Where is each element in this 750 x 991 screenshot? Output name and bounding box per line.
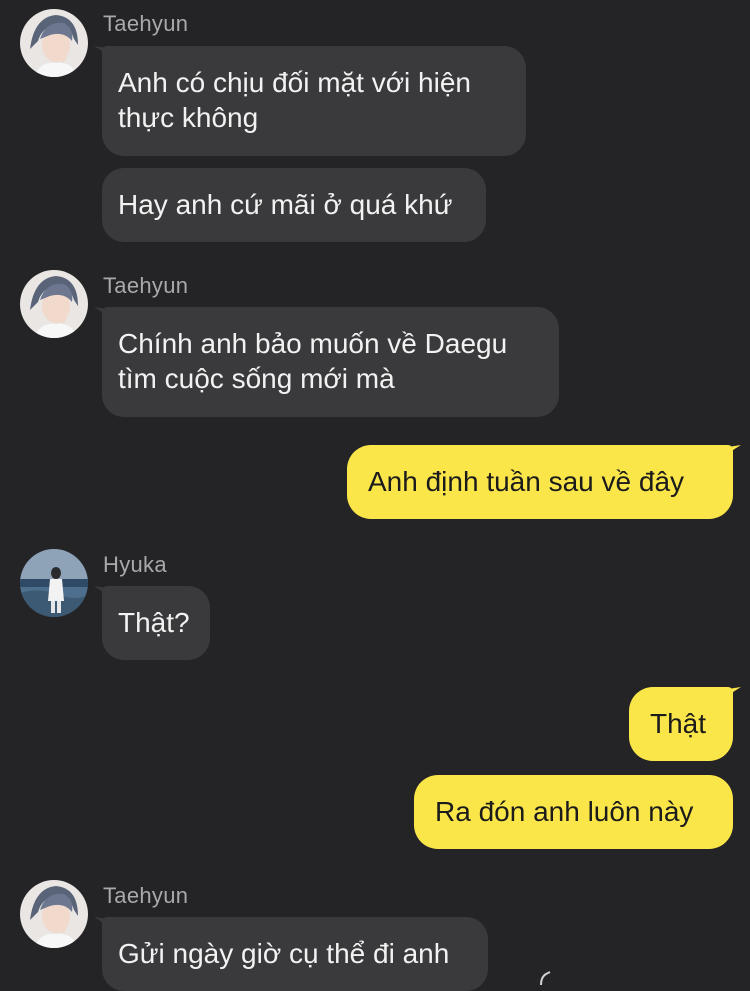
message-bubble-incoming[interactable]: Anh có chịu đối mặt với hiện thực không — [102, 46, 526, 156]
sender-name: Taehyun — [103, 273, 189, 298]
message-text: thực không — [118, 102, 259, 133]
sender-name: Hyuka — [103, 552, 167, 577]
message-text: Thật? — [118, 607, 190, 638]
avatar-taehyun[interactable] — [20, 9, 88, 77]
taehyun-avatar-photo — [20, 270, 88, 338]
taehyun-avatar-photo — [20, 9, 88, 77]
message-bubble-incoming[interactable]: Chính anh bảo muốn về Daegu tìm cuộc sốn… — [102, 307, 559, 417]
taehyun-avatar-photo — [20, 880, 88, 948]
message-text: tìm cuộc sống mới mà — [118, 363, 395, 394]
avatar-taehyun[interactable] — [20, 270, 88, 338]
sender-name: Taehyun — [103, 11, 189, 36]
avatar-taehyun[interactable] — [20, 880, 88, 948]
hyuka-avatar-photo — [20, 549, 88, 617]
message-bubble-incoming[interactable]: Gửi ngày giờ cụ thể đi anh — [102, 917, 488, 991]
reaction-icon — [540, 971, 551, 985]
message-bubble-outgoing[interactable]: Ra đón anh luôn này — [414, 775, 733, 849]
message-bubble-incoming[interactable]: Thật? — [102, 586, 210, 660]
message-bubble-outgoing[interactable]: Anh định tuần sau về đây — [347, 445, 733, 519]
message-text: Chính anh bảo muốn về Daegu — [118, 328, 508, 359]
avatar-hyuka[interactable] — [20, 549, 88, 617]
message-text: Hay anh cứ mãi ở quá khứ — [118, 189, 453, 220]
message-bubble-outgoing[interactable]: Thật — [629, 687, 733, 761]
message-bubble-incoming[interactable]: Hay anh cứ mãi ở quá khứ — [102, 168, 486, 242]
message-text: Ra đón anh luôn này — [435, 796, 694, 827]
message-text: Thật — [650, 708, 707, 739]
sender-name: Taehyun — [103, 883, 189, 908]
message-text: Anh định tuần sau về đây — [368, 466, 685, 497]
message-text: Anh có chịu đối mặt với hiện — [118, 67, 471, 98]
message-text: Gửi ngày giờ cụ thể đi anh — [118, 938, 450, 969]
